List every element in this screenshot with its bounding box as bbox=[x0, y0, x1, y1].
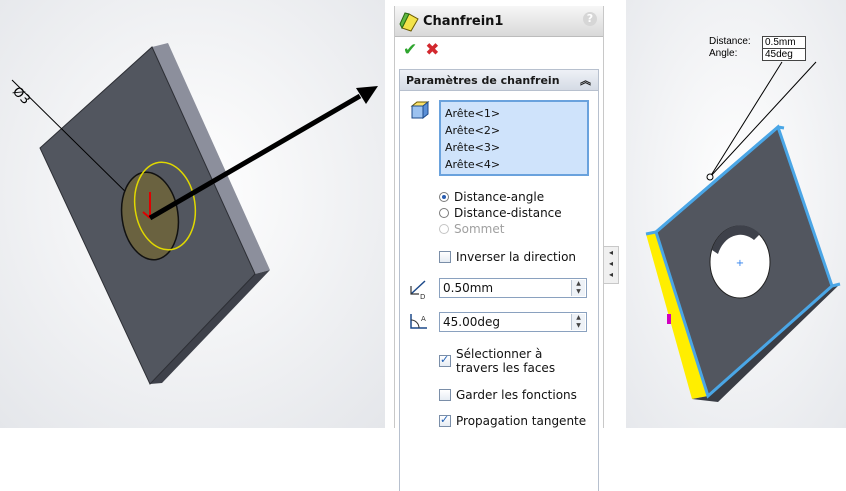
chamfer-dimension-callout[interactable]: Distance: 0.5mm Angle: 45deg bbox=[709, 36, 806, 61]
callout-distance-value[interactable]: 0.5mm bbox=[762, 36, 806, 48]
callout-angle-value[interactable]: 45deg bbox=[762, 48, 806, 61]
callout-distance-row: Distance: 0.5mm bbox=[709, 36, 806, 48]
panel-title: Chanfrein1 bbox=[423, 13, 504, 29]
checkbox-label: Sélectionner à travers les faces bbox=[456, 347, 556, 375]
chamfer-feature-icon bbox=[399, 12, 419, 32]
angle-value: 45.00deg bbox=[443, 315, 500, 329]
list-item-edge[interactable]: Arête<4> bbox=[445, 156, 583, 173]
radio-button-sommet bbox=[439, 224, 449, 234]
radio-button-distance-distance[interactable] bbox=[439, 208, 449, 218]
checkbox-tangent-propagation[interactable]: Propagation tangente bbox=[439, 413, 587, 428]
callout-distance-label: Distance: bbox=[709, 36, 751, 47]
double-chevron-up-icon[interactable]: ︽ bbox=[580, 72, 591, 88]
angle-spinner[interactable]: ▲ ▼ bbox=[571, 314, 585, 330]
checkbox-select-through-faces-box[interactable] bbox=[439, 353, 451, 367]
checkbox-keep-features[interactable]: Garder les fonctions bbox=[439, 388, 577, 402]
svg-text:A: A bbox=[421, 315, 426, 323]
angle-icon: A bbox=[410, 314, 427, 329]
radio-label: Distance-angle bbox=[454, 190, 545, 204]
distance-icon: D bbox=[410, 280, 426, 300]
callout-angle-row: Angle: 45deg bbox=[709, 48, 806, 61]
confirm-row: ✔ ✖ bbox=[395, 37, 603, 63]
panel-collapse-grip[interactable]: ◂ ◂ ◂ bbox=[603, 246, 619, 284]
left-model-viewport[interactable]: Ø3 bbox=[0, 0, 385, 428]
radio-sommet: Sommet bbox=[439, 222, 504, 236]
section-header-chamfer-params[interactable]: Paramètres de chanfrein ︽ bbox=[399, 69, 599, 91]
distance-spinner[interactable]: ▲ ▼ bbox=[571, 280, 585, 296]
list-item-edge[interactable]: Arête<1> bbox=[445, 105, 583, 122]
edges-list-box[interactable]: Arête<1> Arête<2> Arête<3> Arête<4> bbox=[439, 100, 589, 176]
cancel-x-icon[interactable]: ✖ bbox=[425, 40, 439, 60]
callout-angle-label: Angle: bbox=[709, 48, 738, 59]
checkbox-keep-features-box[interactable] bbox=[439, 389, 451, 401]
hole-center-marker: + bbox=[736, 258, 744, 269]
radio-distance-angle[interactable]: Distance-angle bbox=[439, 190, 544, 204]
checkbox-label: Inverser la direction bbox=[456, 250, 577, 264]
highlighted-edge-right bbox=[831, 282, 841, 288]
section-title: Paramètres de chanfrein bbox=[406, 73, 560, 87]
ok-check-icon[interactable]: ✔ bbox=[403, 40, 417, 60]
list-item-edge[interactable]: Arête<3> bbox=[445, 139, 583, 156]
panel-title-bar: Chanfrein1 ? bbox=[395, 6, 603, 37]
list-item-edge[interactable]: Arête<2> bbox=[445, 122, 583, 139]
checkbox-inverse-direction[interactable]: Inverser la direction bbox=[439, 250, 576, 264]
callout-anchor bbox=[706, 173, 714, 181]
checkbox-inverse-direction-box[interactable] bbox=[439, 251, 451, 263]
chamfer-property-manager: Chanfrein1 ? ✔ ✖ Paramètres de chanfrein… bbox=[394, 6, 604, 491]
origin-marker bbox=[667, 314, 671, 324]
checkbox-tangent-propagation-box[interactable] bbox=[439, 413, 451, 427]
distance-value: 0.50mm bbox=[443, 281, 494, 295]
help-icon[interactable]: ? bbox=[583, 12, 597, 26]
radio-distance-distance[interactable]: Distance-distance bbox=[439, 206, 562, 220]
radio-label: Sommet bbox=[454, 222, 505, 236]
checkbox-label: Propagation tangente bbox=[456, 414, 587, 428]
edges-selection-icon bbox=[410, 100, 430, 120]
radio-label: Distance-distance bbox=[454, 206, 562, 220]
svg-text:D: D bbox=[420, 293, 425, 300]
checkbox-label: Garder les fonctions bbox=[456, 388, 577, 402]
distance-input[interactable]: 0.50mm ▲ ▼ bbox=[439, 278, 587, 298]
radio-button-distance-angle[interactable] bbox=[439, 192, 449, 202]
right-model-viewport[interactable]: + bbox=[626, 0, 846, 428]
checkbox-select-through-faces[interactable]: Sélectionner à travers les faces bbox=[439, 347, 586, 375]
angle-input[interactable]: 45.00deg ▲ ▼ bbox=[439, 312, 587, 332]
